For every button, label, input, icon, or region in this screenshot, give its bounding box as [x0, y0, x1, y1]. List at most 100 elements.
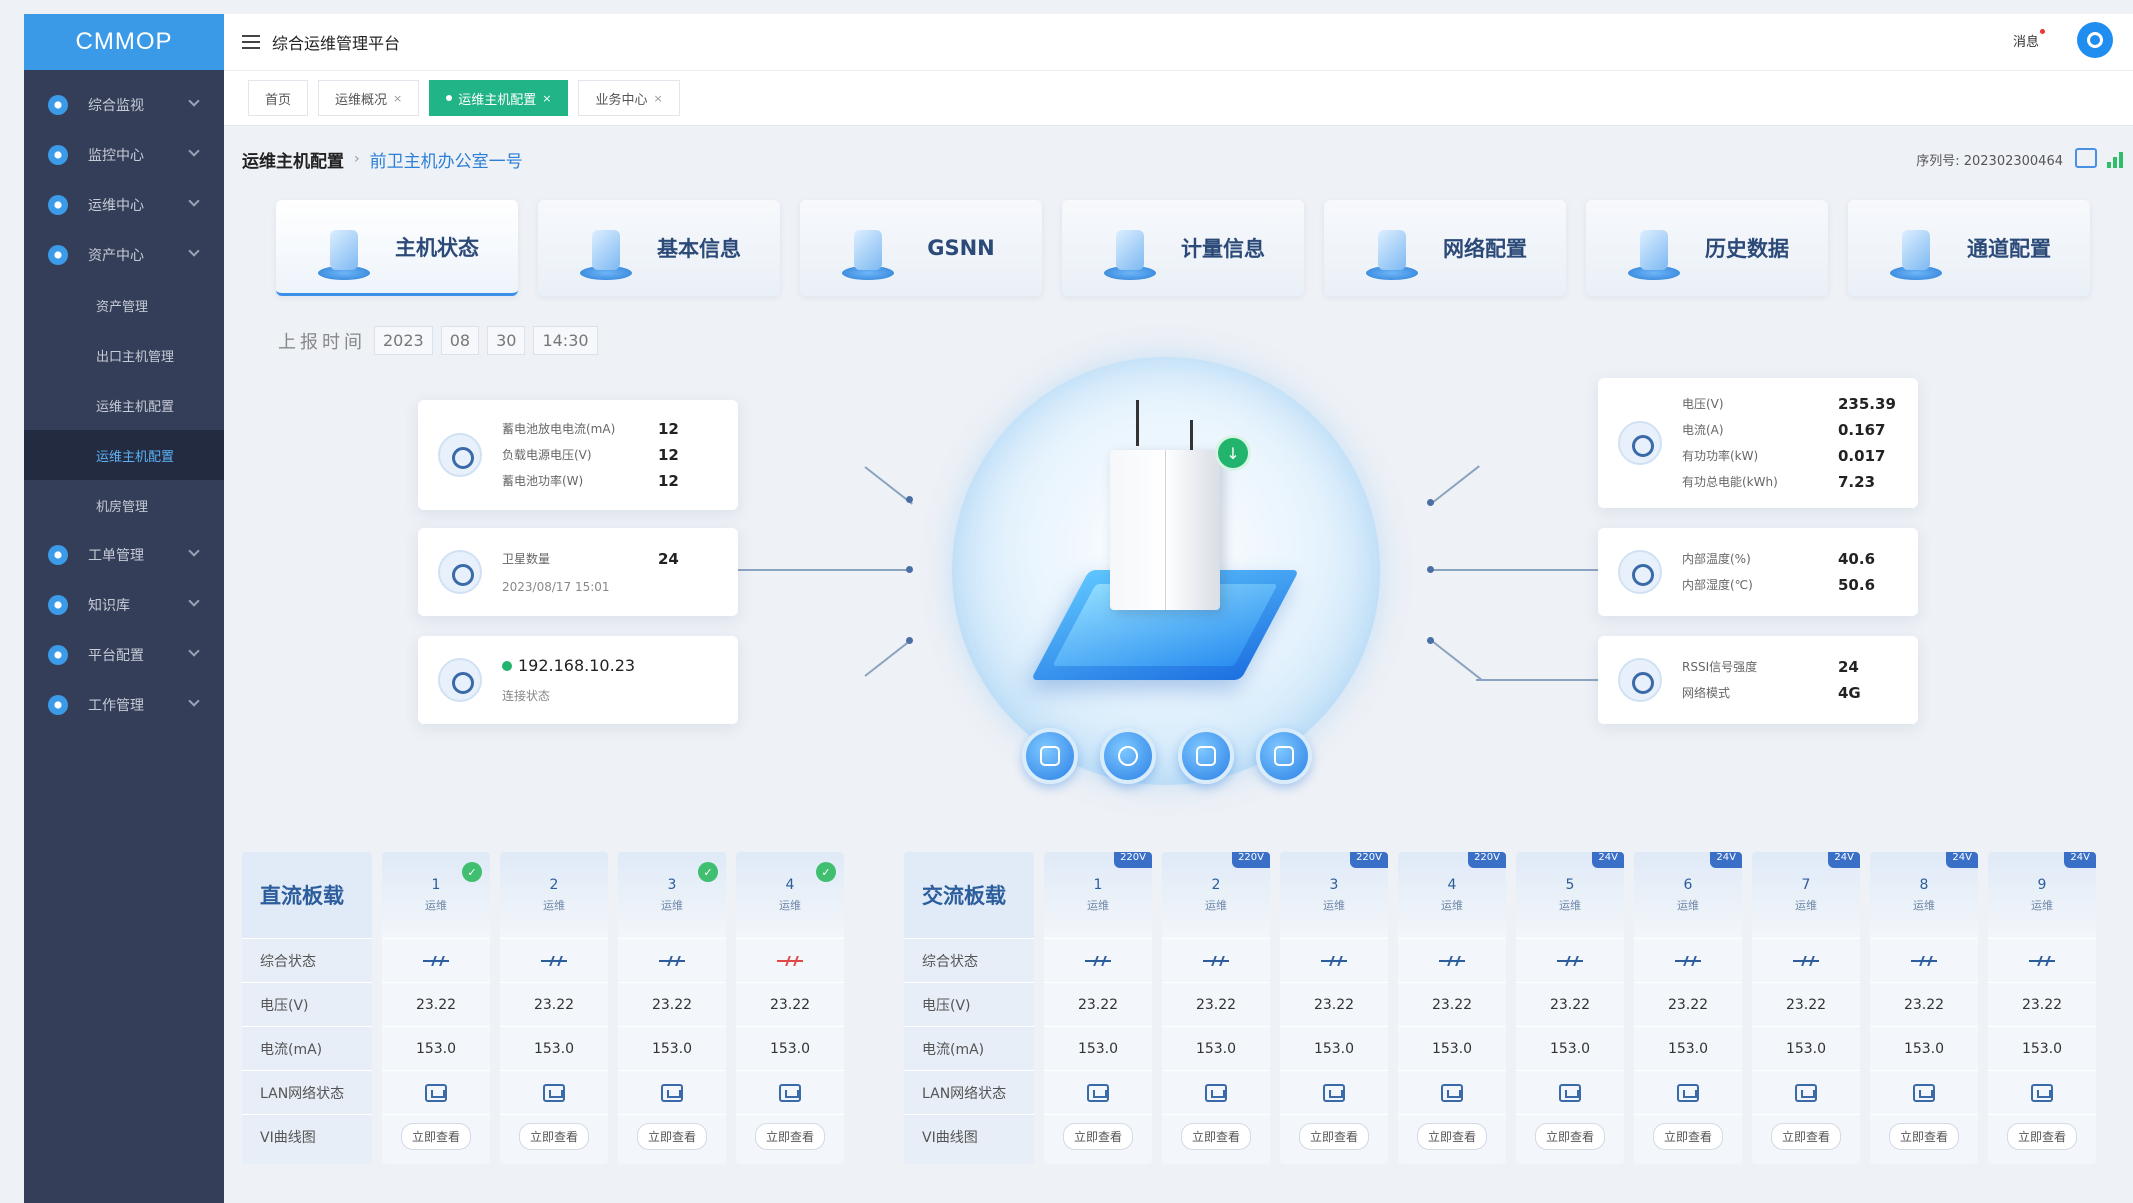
- sidebar-item-1[interactable]: 监控中心: [24, 130, 224, 180]
- avatar[interactable]: [2077, 22, 2113, 58]
- lan-icon[interactable]: [425, 1083, 447, 1102]
- info-row: 蓄电池放电电流(mA) 12: [502, 420, 718, 438]
- lan-icon[interactable]: [1323, 1083, 1345, 1102]
- info-key: 内部湿度(℃): [1682, 578, 1753, 592]
- lan-icon[interactable]: [2031, 1083, 2053, 1102]
- message-button[interactable]: 消息: [2013, 28, 2046, 50]
- voltage-value: 23.22: [1870, 982, 1978, 1026]
- view-curve-button[interactable]: 立即查看: [754, 1123, 825, 1150]
- lan-icon[interactable]: [1559, 1083, 1581, 1102]
- sidebar-item-7[interactable]: 工作管理: [24, 680, 224, 730]
- status-cell: [1516, 938, 1624, 982]
- channel-head: 9 运维 24V: [1988, 852, 2096, 938]
- info-row: 内部湿度(℃) 50.6: [1682, 576, 1898, 594]
- function-tab-2[interactable]: GSNN: [800, 200, 1042, 296]
- connector-line: [1476, 679, 1598, 681]
- sidebar-item-6[interactable]: 平台配置: [24, 630, 224, 680]
- door-button[interactable]: [1178, 728, 1234, 784]
- view-curve-button[interactable]: 立即查看: [400, 1123, 471, 1150]
- lock-button[interactable]: [1256, 728, 1312, 784]
- fan-button[interactable]: [1100, 728, 1156, 784]
- channel-number: 3: [667, 877, 677, 893]
- function-tab-label: 计量信息: [1181, 237, 1265, 261]
- info-value: 24: [658, 550, 679, 568]
- sidebar-subitem-2[interactable]: 运维主机配置: [24, 380, 224, 430]
- function-tab-5[interactable]: 历史数据: [1586, 200, 1828, 296]
- function-tab-3[interactable]: 计量信息: [1062, 200, 1304, 296]
- sidebar-item-4[interactable]: 工单管理: [24, 530, 224, 580]
- view-curve-button[interactable]: 立即查看: [1180, 1123, 1251, 1150]
- status-cell: [500, 938, 608, 982]
- lan-icon[interactable]: [1795, 1083, 1817, 1102]
- power-card: 蓄电池放电电流(mA) 12 负载电源电压(V) 12 蓄电池功率(W) 12: [418, 400, 738, 510]
- lan-icon[interactable]: [661, 1083, 683, 1102]
- view-curve-button[interactable]: 立即查看: [1062, 1123, 1133, 1150]
- voltage-value: 23.22: [500, 982, 608, 1026]
- status-cell: [1988, 938, 2096, 982]
- sidebar-subitem-3[interactable]: 运维主机配置: [24, 430, 224, 480]
- env-card: 内部温度(%) 40.6 内部湿度(℃) 50.6: [1598, 528, 1918, 616]
- lan-icon[interactable]: [1205, 1083, 1227, 1102]
- view-curve-button[interactable]: 立即查看: [636, 1123, 707, 1150]
- antenna-icon: [1136, 400, 1139, 446]
- view-curve-button[interactable]: 立即查看: [1770, 1123, 1841, 1150]
- lan-icon[interactable]: [1441, 1083, 1463, 1102]
- lan-icon[interactable]: [1913, 1083, 1935, 1102]
- sidebar-item-2[interactable]: 运维中心: [24, 180, 224, 230]
- lan-icon[interactable]: [543, 1083, 565, 1102]
- view-curve-button[interactable]: 立即查看: [1652, 1123, 1723, 1150]
- qr-icon[interactable]: [2075, 148, 2097, 168]
- vi-cell: 立即查看: [618, 1114, 726, 1158]
- function-tab-6[interactable]: 通道配置: [1848, 200, 2090, 296]
- tab-3[interactable]: 业务中心 ×: [578, 80, 680, 116]
- tab-0[interactable]: 首页: [248, 80, 309, 116]
- view-curve-button[interactable]: 立即查看: [1298, 1123, 1369, 1150]
- channel-number: 4: [1447, 877, 1457, 893]
- close-icon[interactable]: ×: [654, 92, 663, 105]
- ac-channel-8: 8 运维 24V 23.22 153.0 立即查看: [1870, 852, 1978, 1164]
- close-icon[interactable]: ×: [393, 92, 402, 105]
- tab-1[interactable]: 运维概况 ×: [318, 80, 420, 116]
- menu-toggle-icon[interactable]: [242, 35, 260, 49]
- info-key: 内部温度(%): [1682, 552, 1751, 566]
- function-tab-label: 主机状态: [395, 235, 479, 260]
- lan-icon[interactable]: [779, 1083, 801, 1102]
- function-tab-0[interactable]: 主机状态: [276, 200, 518, 296]
- chevron-down-icon: [188, 545, 200, 557]
- function-tab-illustration: [1362, 214, 1422, 284]
- sidebar-item-0[interactable]: 综合监视: [24, 80, 224, 130]
- sidebar-subitem-4[interactable]: 机房管理: [24, 480, 224, 530]
- view-curve-button[interactable]: 立即查看: [1888, 1123, 1959, 1150]
- dc-panel: 直流板载 综合状态 电压(V) 电流(mA) LAN网络状态 VI曲线图 1 运维 ✓ 23.22…: [242, 852, 844, 1164]
- view-curve-button[interactable]: 立即查看: [1534, 1123, 1605, 1150]
- channel-state: 运维: [661, 899, 683, 912]
- lan-cell: [1280, 1070, 1388, 1114]
- close-icon[interactable]: ×: [542, 92, 551, 105]
- row-label: 电压(V): [242, 982, 372, 1026]
- function-tab-1[interactable]: 基本信息: [538, 200, 780, 296]
- chevron-down-icon: [188, 95, 200, 107]
- waveform-icon: [659, 956, 685, 966]
- channel-head: 6 运维 24V: [1634, 852, 1742, 938]
- view-curve-button[interactable]: 立即查看: [2006, 1123, 2077, 1150]
- tab-2[interactable]: 运维主机配置 ×: [429, 80, 569, 116]
- channel-state: 运维: [1087, 899, 1109, 912]
- function-tab-4[interactable]: 网络配置: [1324, 200, 1566, 296]
- breadcrumb-device-link[interactable]: 前卫主机办公室一号: [370, 147, 523, 172]
- voltage-tag: 24V: [2064, 852, 2096, 868]
- work-icon: [48, 695, 68, 715]
- view-curve-button[interactable]: 立即查看: [518, 1123, 589, 1150]
- sidebar-item-3[interactable]: 资产中心: [24, 230, 224, 280]
- storage-button[interactable]: [1022, 728, 1078, 784]
- sidebar-subitem-0[interactable]: 资产管理: [24, 280, 224, 330]
- lan-icon[interactable]: [1087, 1083, 1109, 1102]
- view-curve-button[interactable]: 立即查看: [1416, 1123, 1487, 1150]
- lan-icon[interactable]: [1677, 1083, 1699, 1102]
- info-value: 40.6: [1838, 550, 1876, 568]
- check-icon: ✓: [462, 862, 482, 882]
- host-device: [1110, 450, 1220, 610]
- voltage-value: 23.22: [382, 982, 490, 1026]
- sidebar-subitem-1[interactable]: 出口主机管理: [24, 330, 224, 380]
- sidebar-item-5[interactable]: 知识库: [24, 580, 224, 630]
- connector-line: [1431, 465, 1480, 504]
